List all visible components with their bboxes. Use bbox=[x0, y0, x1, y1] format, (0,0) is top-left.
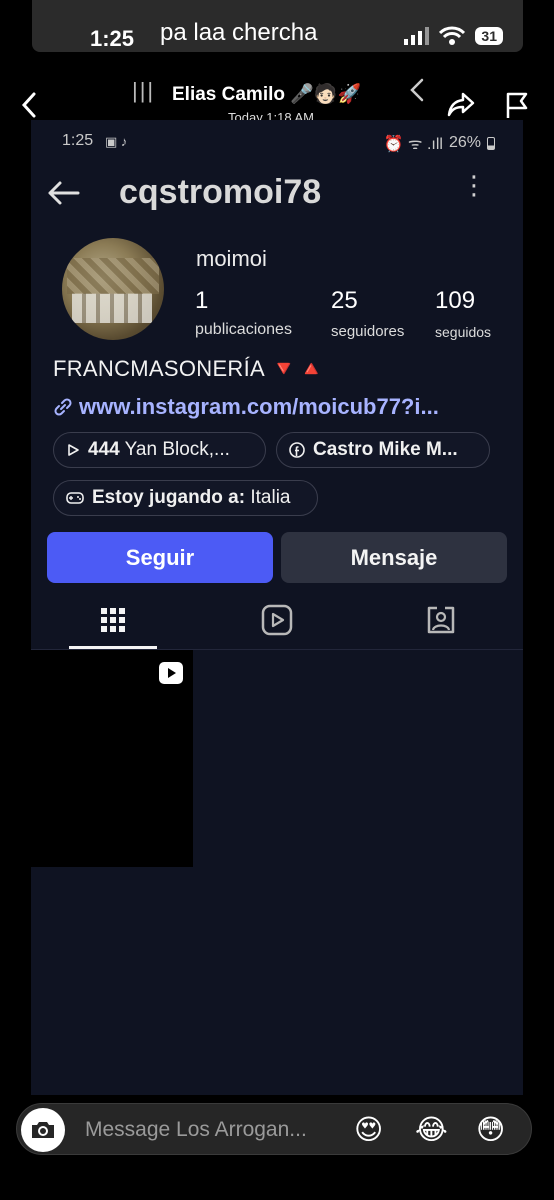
post-thumbnail[interactable] bbox=[31, 650, 193, 867]
chevron-left-icon[interactable] bbox=[408, 76, 426, 104]
game-chip-rest: Italia bbox=[245, 487, 291, 508]
inner-status-left-icons: ▣ ♪ bbox=[105, 134, 128, 149]
profile-tabs bbox=[31, 590, 523, 650]
facebook-chip[interactable]: Castro Mike M... bbox=[276, 432, 490, 468]
heart-eyes-emoji-reaction[interactable]: 😍 bbox=[354, 1113, 383, 1146]
story-menu-icon[interactable]: ||| bbox=[132, 78, 155, 104]
bio-link[interactable]: www.instagram.com/moicub77?i... bbox=[53, 394, 439, 420]
profile-bio: FRANCMASONERÍA 🔻🔺 bbox=[53, 356, 326, 381]
posts-count: 1 bbox=[195, 287, 209, 314]
followers-label: seguidores bbox=[331, 323, 405, 340]
game-chip-bold: Estoy jugando a: bbox=[92, 487, 246, 508]
outer-status-bar: 1:25 pa laa chercha 31 bbox=[32, 0, 523, 52]
report-flag-icon[interactable] bbox=[503, 90, 531, 120]
game-chip[interactable]: Estoy jugando a: Italia bbox=[53, 480, 318, 516]
reels-icon bbox=[261, 604, 293, 636]
music-chip-label: 444 Yan Block,... bbox=[88, 439, 230, 461]
flushed-emoji-reaction[interactable]: 😳 bbox=[476, 1113, 505, 1146]
profile-display-name: moimoi bbox=[196, 246, 267, 271]
grid-icon bbox=[101, 608, 125, 632]
profile-screenshot: 1:25 ▣ ♪ ⏰ ᯤ .ıll 26% cqstromoi78 ⋮ moim… bbox=[31, 120, 523, 1095]
wifi-icon bbox=[439, 26, 466, 45]
more-options-icon[interactable]: ⋮ bbox=[461, 172, 487, 198]
followers-stat[interactable]: 25 seguidores bbox=[331, 287, 404, 340]
inner-status-right-icons: ⏰ ᯤ .ıll bbox=[383, 136, 443, 153]
avatar[interactable] bbox=[62, 238, 164, 340]
back-chevron-icon[interactable] bbox=[18, 90, 40, 120]
message-button[interactable]: Mensaje bbox=[281, 532, 507, 583]
music-chip[interactable]: 444 Yan Block,... bbox=[53, 432, 266, 468]
inner-battery-text: 26% bbox=[448, 134, 481, 151]
follow-button[interactable]: Seguir bbox=[47, 532, 273, 583]
camera-button[interactable] bbox=[21, 1108, 65, 1152]
message-bar: Message Los Arrogan... 😍 😂 😳 bbox=[16, 1103, 532, 1155]
reel-badge-icon bbox=[159, 662, 183, 684]
profile-username: cqstromoi78 bbox=[119, 173, 322, 211]
facebook-chip-label: Castro Mike M... bbox=[313, 439, 458, 460]
battery-badge: 31 bbox=[475, 27, 503, 45]
inner-status-right: ⏰ ᯤ .ıll 26% bbox=[384, 132, 495, 154]
link-icon bbox=[54, 398, 72, 416]
music-chip-bold: 444 bbox=[88, 439, 120, 460]
tagged-icon bbox=[427, 606, 455, 634]
game-chip-label: Estoy jugando a: Italia bbox=[92, 487, 291, 509]
story-caption-text: pa laa chercha bbox=[160, 19, 318, 46]
tab-grid[interactable] bbox=[93, 600, 133, 640]
camera-icon bbox=[32, 1122, 54, 1138]
posts-label: publicaciones bbox=[195, 321, 292, 338]
facebook-icon bbox=[289, 442, 305, 458]
bio-link-text: www.instagram.com/moicub77?i... bbox=[79, 394, 439, 419]
story-username[interactable]: Elias Camilo 🎤🧑🏻🚀 bbox=[172, 82, 361, 106]
message-input[interactable]: Message Los Arrogan... bbox=[85, 1118, 307, 1142]
following-count: 109 bbox=[435, 287, 476, 314]
outer-status-icons: 31 bbox=[404, 26, 503, 46]
gamepad-icon bbox=[66, 492, 84, 504]
following-stat[interactable]: 109 seguidos bbox=[435, 287, 491, 340]
play-icon bbox=[68, 444, 79, 456]
music-chip-rest: Yan Block,... bbox=[119, 439, 230, 460]
tab-reels[interactable] bbox=[257, 600, 297, 640]
battery-icon bbox=[487, 136, 495, 150]
laughing-emoji-reaction[interactable]: 😂 bbox=[415, 1113, 448, 1146]
tab-tagged[interactable] bbox=[421, 600, 461, 640]
share-icon[interactable] bbox=[446, 90, 476, 118]
followers-count: 25 bbox=[331, 287, 358, 314]
inner-status-time: 1:25 bbox=[62, 132, 94, 149]
outer-status-time: 1:25 bbox=[90, 26, 135, 51]
active-tab-indicator bbox=[69, 646, 157, 649]
following-label: seguidos bbox=[435, 324, 492, 340]
inner-status-bar: 1:25 ▣ ♪ ⏰ ᯤ .ıll 26% bbox=[31, 120, 523, 162]
posts-stat[interactable]: 1 publicaciones bbox=[195, 287, 292, 339]
signal-icon bbox=[404, 27, 430, 45]
back-arrow-icon[interactable] bbox=[46, 178, 82, 208]
